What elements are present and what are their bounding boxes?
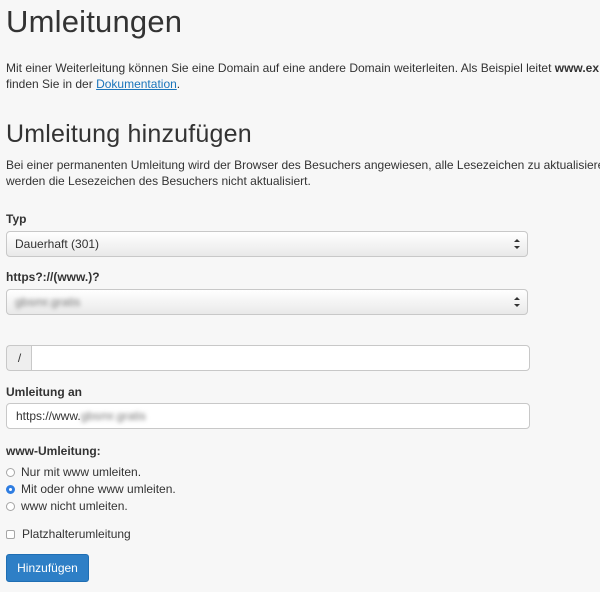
wildcard-redirect-option[interactable]: Platzhalterumleitung: [6, 527, 131, 541]
select-arrows-icon: [514, 239, 520, 249]
radio-no-www-redirect[interactable]: www nicht umleiten.: [6, 499, 128, 513]
radio-label: Mit oder ohne www umleiten.: [21, 482, 176, 496]
domain-select-value: gbsmr.gratis: [15, 295, 81, 309]
intro-example-domain: www.ex: [554, 61, 600, 75]
radio-with-or-without-www[interactable]: Mit oder ohne www umleiten.: [6, 482, 176, 496]
type-label: Typ: [6, 212, 27, 226]
redirects-page: Umleitungen Mit einer Weiterleitung könn…: [0, 0, 600, 592]
intro-sentence: Mit einer Weiterleitung können Sie eine …: [6, 61, 552, 75]
section-title: Umleitung hinzufügen: [6, 120, 252, 148]
intro-end: .: [176, 77, 181, 91]
path-input[interactable]: [31, 345, 530, 371]
intro-line2: finden Sie in der: [6, 77, 93, 91]
checkbox-icon[interactable]: [6, 530, 15, 539]
select-arrows-icon: [514, 297, 520, 307]
page-title: Umleitungen: [6, 4, 183, 39]
radio-only-with-www[interactable]: Nur mit www umleiten.: [6, 465, 141, 479]
radio-button-selected-icon[interactable]: [6, 485, 15, 494]
target-label: Umleitung an: [6, 385, 83, 399]
type-select-value: Dauerhaft (301): [15, 237, 100, 251]
section-description-line2: werden die Lesezeichen des Besuchers nic…: [6, 174, 311, 188]
domain-select[interactable]: gbsmr.gratis: [6, 289, 528, 315]
target-url-domain: gbsmr.gratis: [80, 409, 147, 423]
radio-label: Nur mit www umleiten.: [21, 465, 142, 479]
section-description-line1: Bei einer permanenten Umleitung wird der…: [6, 158, 600, 172]
documentation-link[interactable]: Dokumentation: [96, 77, 177, 91]
www-redirect-label: www-Umleitung:: [6, 444, 101, 458]
intro-text: Mit einer Weiterleitung können Sie eine …: [6, 60, 600, 92]
radio-label: www nicht umleiten.: [21, 499, 128, 513]
domain-label: https?://(www.)?: [6, 270, 100, 284]
add-redirect-button[interactable]: Hinzufügen: [6, 554, 89, 582]
radio-button-icon[interactable]: [6, 468, 15, 477]
type-select[interactable]: Dauerhaft (301): [6, 231, 528, 257]
path-prefix: /: [6, 345, 32, 371]
target-url-input[interactable]: https://www.gbsmr.gratis: [6, 403, 530, 429]
target-url-prefix: https://www.: [16, 409, 81, 423]
section-description: Bei einer permanenten Umleitung wird der…: [6, 157, 600, 189]
radio-button-icon[interactable]: [6, 502, 15, 511]
wildcard-label: Platzhalterumleitung: [22, 527, 131, 541]
